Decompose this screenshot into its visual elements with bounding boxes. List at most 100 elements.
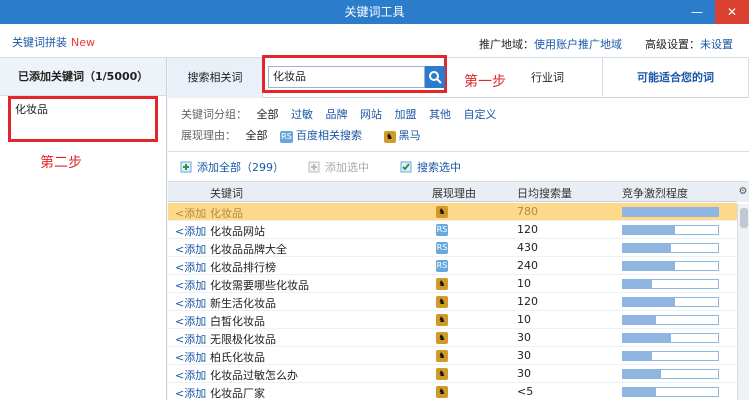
tab-suggest[interactable]: 可能适合您的词 xyxy=(603,58,749,98)
competition-fill xyxy=(623,370,661,378)
scrollbar-thumb[interactable] xyxy=(740,208,748,228)
darkhorse-icon: ♞ xyxy=(383,131,396,143)
group-filter-custom[interactable]: 自定义 xyxy=(464,108,497,121)
added-keywords-box[interactable]: 化妆品 xyxy=(8,96,158,142)
darkhorse-icon: ♞ xyxy=(436,350,448,362)
darkhorse-icon: ♞ xyxy=(436,206,448,218)
darkhorse-icon: ♞ xyxy=(436,386,448,398)
brand-label[interactable]: 关键词拼装 xyxy=(12,36,67,49)
table-row[interactable]: <添加 柏氏化妆品 ♞ 30 xyxy=(168,347,737,365)
add-keyword-link[interactable]: <添加 xyxy=(175,277,206,293)
search-selected-label: 搜索选中 xyxy=(417,161,461,174)
add-keyword-link[interactable]: <添加 xyxy=(175,331,206,347)
group-filter-brand[interactable]: 品牌 xyxy=(326,108,348,121)
add-all-button[interactable]: 添加全部（299） xyxy=(180,159,284,175)
volume-cell: 10 xyxy=(517,277,531,290)
added-keywords-panel: 已添加关键词（1/5000） 化妆品 第二步 xyxy=(0,58,167,400)
tab-industry[interactable]: 行业词 xyxy=(493,58,603,98)
table-row[interactable]: <添加 化妆品 ♞ 780 xyxy=(168,203,737,221)
table-header: 关键词 展现理由 日均搜索量 竞争激烈程度 xyxy=(168,182,737,202)
tab-search-related[interactable]: 搜索相关词 xyxy=(168,58,263,98)
rs-icon: RS xyxy=(436,224,448,236)
keyword-cell: 白皙化妆品 xyxy=(210,315,265,328)
keyword-cell: 化妆品 xyxy=(210,207,243,220)
table-row[interactable]: <添加 化妆品过敏怎么办 ♞ 30 xyxy=(168,365,737,383)
gear-icon[interactable]: ⚙ xyxy=(737,182,749,202)
reason-filter-darkhorse[interactable]: ♞ 黑马 xyxy=(383,129,430,143)
reason-filter-label: 展现理由： xyxy=(181,129,236,142)
darkhorse-icon: ♞ xyxy=(436,368,448,380)
competition-fill xyxy=(623,280,652,288)
search-selected-button[interactable]: 搜索选中 xyxy=(400,159,461,175)
add-selected-icon xyxy=(308,161,320,173)
competition-bar xyxy=(622,261,719,271)
header-keyword[interactable]: 关键词 xyxy=(210,185,243,201)
add-keyword-link[interactable]: <添加 xyxy=(175,385,206,400)
search-selected-icon xyxy=(400,161,412,173)
add-keyword-link[interactable]: <添加 xyxy=(175,313,206,329)
add-keyword-link[interactable]: <添加 xyxy=(175,259,206,275)
add-keyword-link[interactable]: <添加 xyxy=(175,295,206,311)
table-row[interactable]: <添加 化妆品排行榜 RS 240 xyxy=(168,257,737,275)
reason-filter-related-search[interactable]: RS 百度相关搜索 xyxy=(280,129,371,143)
table-row[interactable]: <添加 新生活化妆品 ♞ 120 xyxy=(168,293,737,311)
header-competition[interactable]: 竞争激烈程度 xyxy=(622,185,688,201)
group-filter-all[interactable]: 全部 xyxy=(257,108,279,121)
search-icon[interactable] xyxy=(425,66,445,88)
group-filter-allergy[interactable]: 过敏 xyxy=(291,108,313,121)
search-input[interactable]: 化妆品 xyxy=(268,66,425,88)
scrollbar[interactable] xyxy=(737,204,749,400)
table-row[interactable]: <添加 化妆需要哪些化妆品 ♞ 10 xyxy=(168,275,737,293)
add-keyword-link[interactable]: <添加 xyxy=(175,223,206,239)
keyword-cell: 化妆品排行榜 xyxy=(210,261,276,274)
close-button[interactable]: ✕ xyxy=(715,0,749,24)
top-bar: 关键词拼装 New 推广地域：使用账户推广地域 高级设置：未设置 xyxy=(0,24,749,58)
group-filter-franchise[interactable]: 加盟 xyxy=(395,108,417,121)
competition-fill xyxy=(623,352,652,360)
reason-hm-label: 黑马 xyxy=(398,129,421,142)
rs-icon: RS xyxy=(436,242,448,254)
volume-cell: 430 xyxy=(517,241,538,254)
add-keyword-link[interactable]: <添加 xyxy=(175,241,206,257)
volume-cell: 10 xyxy=(517,313,531,326)
volume-cell: 30 xyxy=(517,331,531,344)
added-keywords-title: 已添加关键词（1/5000） xyxy=(0,58,166,96)
added-keyword-item[interactable]: 化妆品 xyxy=(15,103,48,116)
competition-bar xyxy=(622,207,719,217)
competition-fill xyxy=(623,262,675,270)
add-keyword-link[interactable]: <添加 xyxy=(175,205,206,221)
add-selected-button[interactable]: 添加选中 xyxy=(308,159,369,175)
table-row[interactable]: <添加 白皙化妆品 ♞ 10 xyxy=(168,311,737,329)
table-row[interactable]: <添加 化妆品品牌大全 RS 430 xyxy=(168,239,737,257)
tab-bar: 搜索相关词 行业词 可能适合您的词 xyxy=(168,58,749,98)
volume-cell: 120 xyxy=(517,295,538,308)
advanced-value-link[interactable]: 未设置 xyxy=(700,38,733,51)
table-row[interactable]: <添加 化妆品网站 RS 120 xyxy=(168,221,737,239)
group-filter-row: 关键词分组： 全部 过敏 品牌 网站 加盟 其他 自定义 xyxy=(181,106,506,122)
table-row[interactable]: <添加 无限极化妆品 ♞ 30 xyxy=(168,329,737,347)
header-volume[interactable]: 日均搜索量 xyxy=(517,185,572,201)
new-badge: New xyxy=(71,36,95,49)
minimize-button[interactable]: — xyxy=(680,0,714,24)
group-filter-other[interactable]: 其他 xyxy=(429,108,451,121)
advanced-label: 高级设置： xyxy=(645,38,700,51)
group-filter-label: 关键词分组： xyxy=(181,108,247,121)
darkhorse-icon: ♞ xyxy=(436,332,448,344)
promo-region-link[interactable]: 使用账户推广地域 xyxy=(534,38,622,51)
table-row[interactable]: <添加 化妆品厂家 ♞ <5 xyxy=(168,383,737,400)
promo-label: 推广地域： xyxy=(479,38,534,51)
reason-filter-all[interactable]: 全部 xyxy=(246,129,268,142)
keyword-table: 关键词 展现理由 日均搜索量 竞争激烈程度 ⚙ <添加 化妆品 ♞ 780 <添加 化妆品… xyxy=(168,182,749,400)
keyword-assemble-link[interactable]: 关键词拼装 New xyxy=(12,34,95,50)
competition-bar xyxy=(622,315,719,325)
competition-bar xyxy=(622,351,719,361)
competition-fill xyxy=(623,244,671,252)
competition-bar xyxy=(622,279,719,289)
keyword-cell: 化妆品网站 xyxy=(210,225,265,238)
group-filter-website[interactable]: 网站 xyxy=(360,108,382,121)
add-keyword-link[interactable]: <添加 xyxy=(175,367,206,383)
add-keyword-link[interactable]: <添加 xyxy=(175,349,206,365)
header-reason[interactable]: 展现理由 xyxy=(432,185,476,201)
competition-bar xyxy=(622,297,719,307)
competition-fill xyxy=(623,226,675,234)
